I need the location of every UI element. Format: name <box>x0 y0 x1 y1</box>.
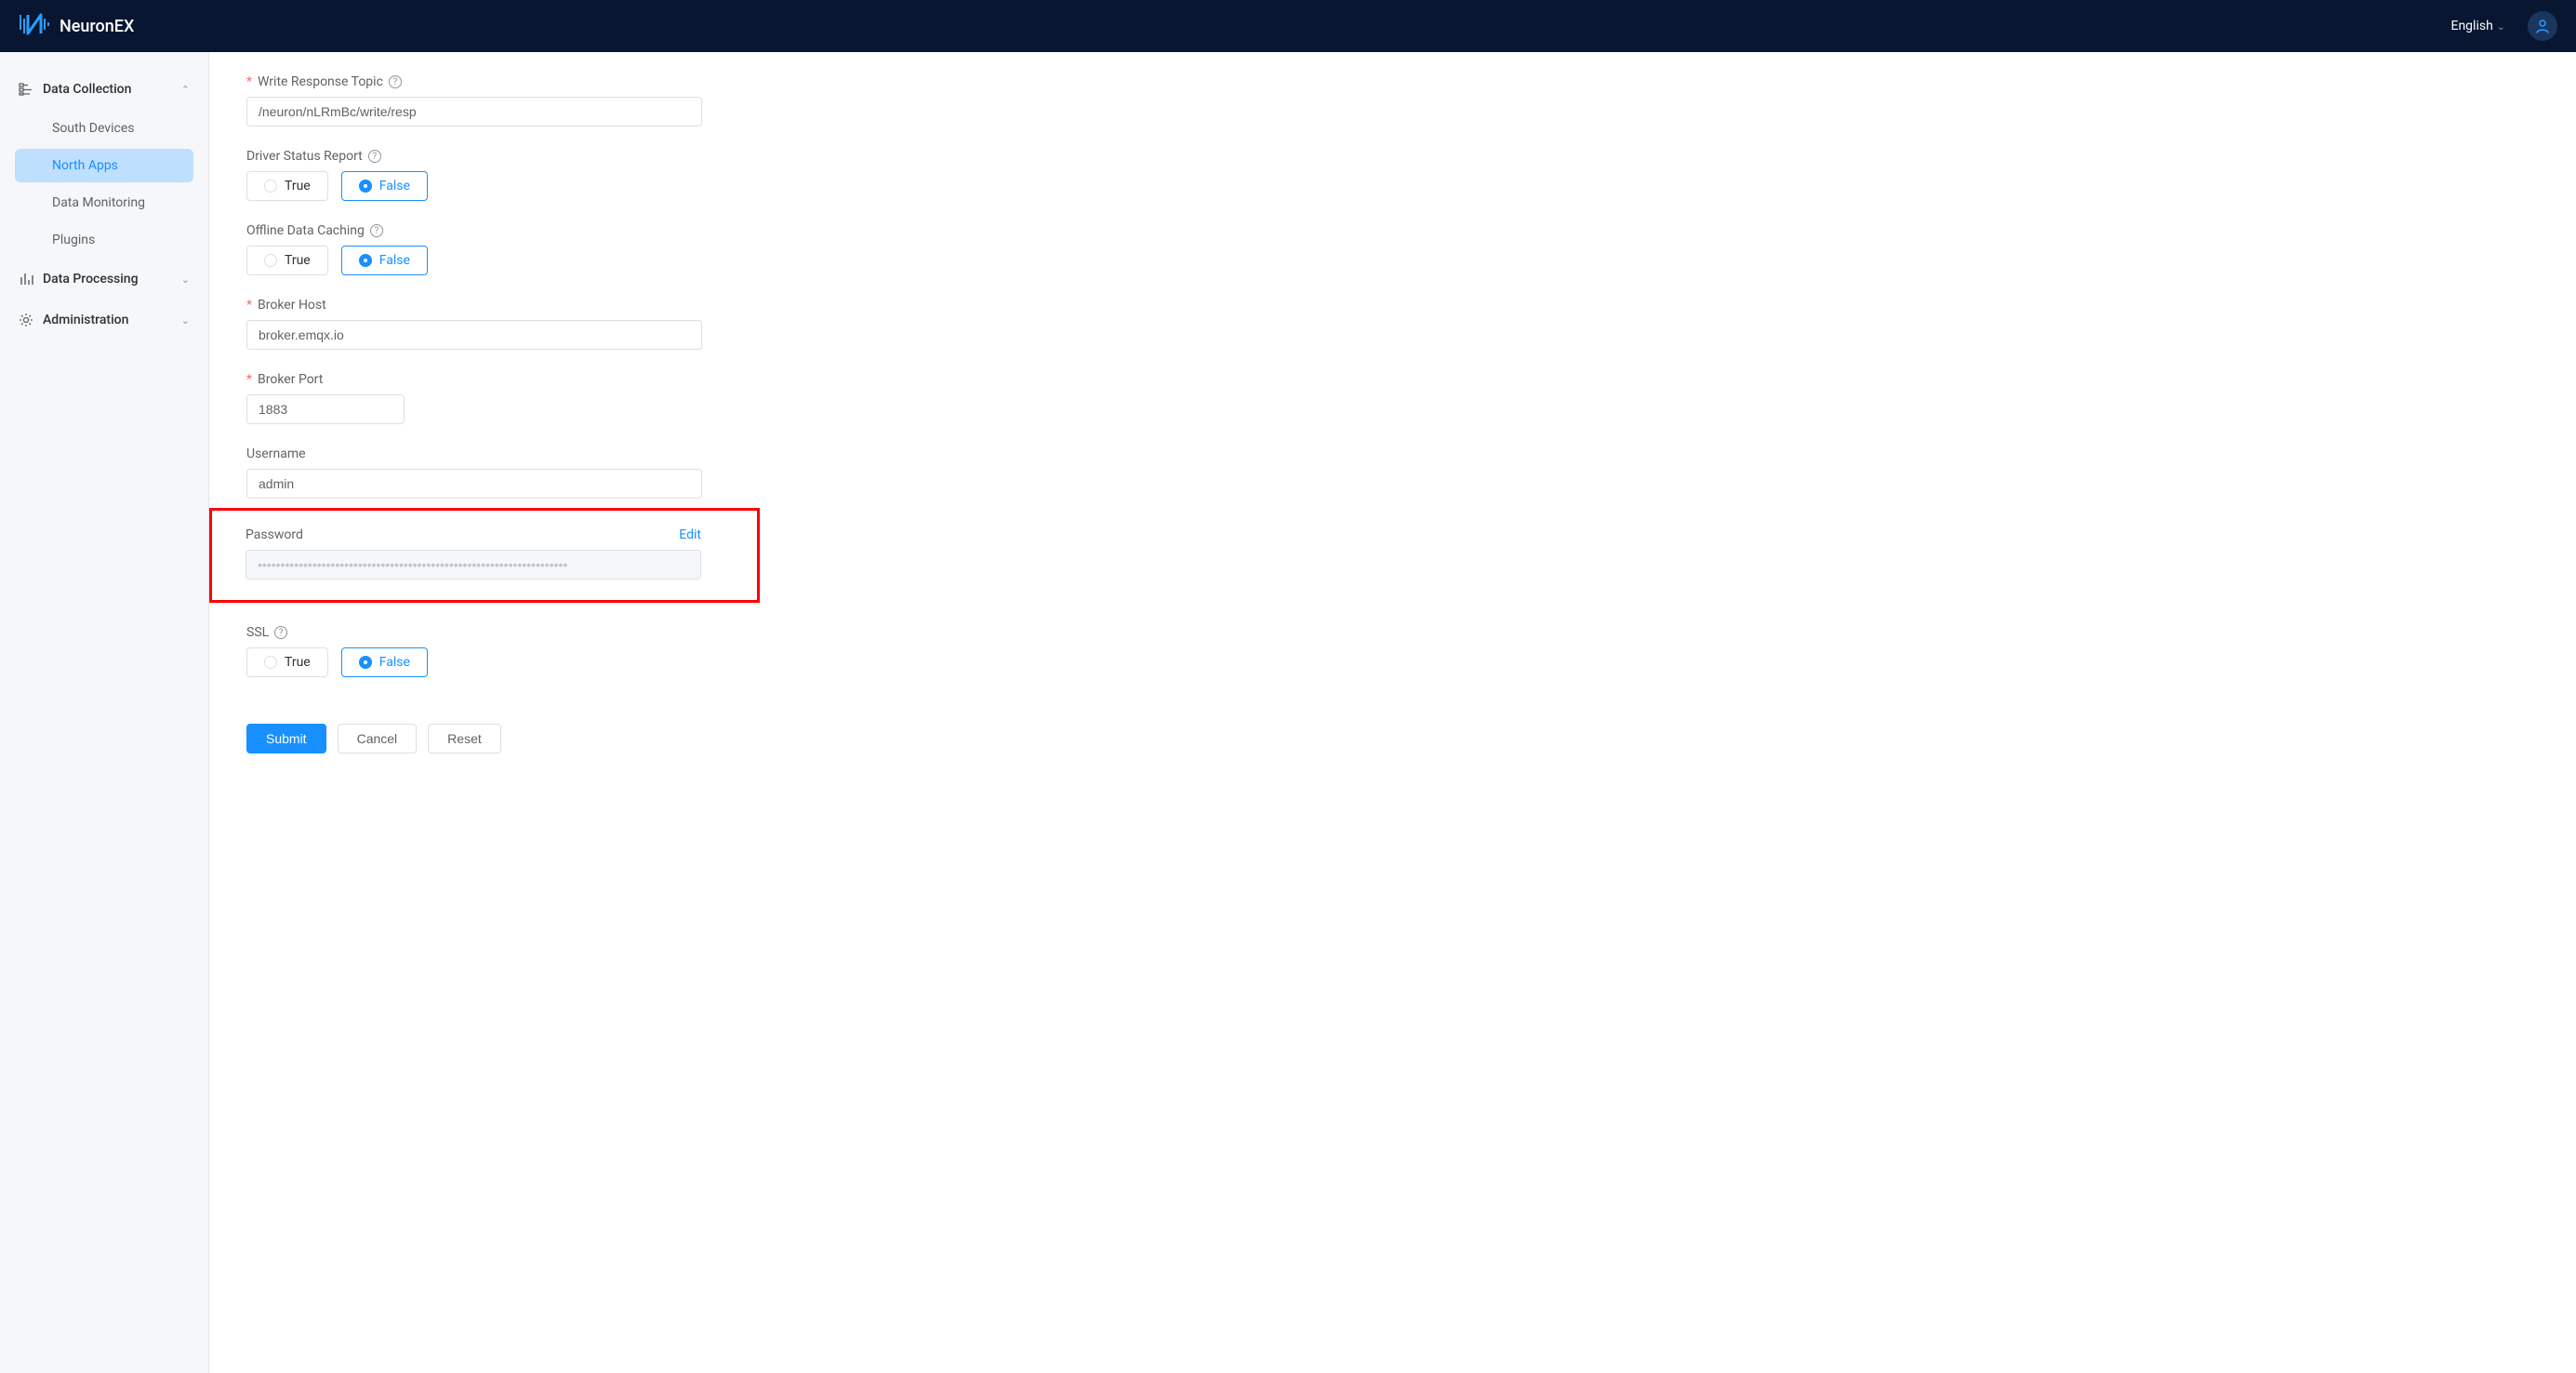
nav-group-label: Data Collection <box>43 82 131 97</box>
radio-dot-icon <box>359 254 372 267</box>
chevron-down-icon: ⌄ <box>2497 20 2505 33</box>
nav-group-label: Data Processing <box>43 272 139 287</box>
field-label: Username <box>246 447 306 461</box>
password-highlight-box: Password Edit <box>209 508 760 603</box>
field-write-response-topic: * Write Response Topic ? <box>246 74 1195 127</box>
reset-button[interactable]: Reset <box>428 724 501 753</box>
radio-label: False <box>379 179 410 193</box>
field-label: Write Response Topic <box>258 74 383 89</box>
sidebar-item-label: Data Monitoring <box>52 195 145 210</box>
help-icon[interactable]: ? <box>370 224 383 237</box>
radio-false[interactable]: False <box>341 246 428 275</box>
ssl-radio-group: True False <box>246 647 1195 677</box>
form-button-row: Submit Cancel Reset <box>246 724 1195 753</box>
nav-group-administration: Administration ⌄ <box>0 301 208 339</box>
layout: Data Collection ⌃ South Devices North Ap… <box>0 52 2576 1373</box>
radio-dot-icon <box>359 180 372 193</box>
chevron-down-icon: ⌄ <box>181 273 190 286</box>
help-icon[interactable]: ? <box>274 626 287 639</box>
header-left: NeuronEX <box>19 13 134 39</box>
radio-label: False <box>379 253 410 268</box>
radio-label: True <box>285 179 311 193</box>
radio-dot-icon <box>359 656 372 669</box>
radio-dot-icon <box>264 656 277 669</box>
nav-group-data-processing: Data Processing ⌄ <box>0 260 208 298</box>
field-offline-data-caching: Offline Data Caching ? True False <box>246 223 1195 275</box>
sidebar-item-north-apps[interactable]: North Apps <box>15 149 193 182</box>
nav-group-label: Administration <box>43 313 128 327</box>
sidebar-item-south-devices[interactable]: South Devices <box>15 112 193 145</box>
field-label: Password <box>246 527 303 542</box>
offline-caching-radio-group: True False <box>246 246 1195 275</box>
radio-true[interactable]: True <box>246 647 328 677</box>
sidebar: Data Collection ⌃ South Devices North Ap… <box>0 52 209 1373</box>
cancel-button[interactable]: Cancel <box>338 724 418 753</box>
field-broker-port: * Broker Port <box>246 372 1195 424</box>
nav-group-title-data-processing[interactable]: Data Processing ⌄ <box>0 260 208 298</box>
field-label: Broker Host <box>258 298 326 313</box>
radio-false[interactable]: False <box>341 647 428 677</box>
radio-label: False <box>379 655 410 670</box>
required-asterisk: * <box>246 372 252 387</box>
radio-dot-icon <box>264 254 277 267</box>
write-response-topic-input[interactable] <box>246 97 702 127</box>
sidebar-item-plugins[interactable]: Plugins <box>15 223 193 257</box>
sidebar-item-data-monitoring[interactable]: Data Monitoring <box>15 186 193 220</box>
field-password: Password Edit <box>246 527 735 580</box>
user-avatar[interactable] <box>2528 11 2557 41</box>
field-ssl: SSL ? True False <box>246 625 1195 677</box>
language-label: English <box>2450 19 2492 33</box>
logo-icon <box>19 13 50 39</box>
field-label: Broker Port <box>258 372 323 387</box>
sidebar-item-label: Plugins <box>52 233 95 247</box>
nav-group-title-administration[interactable]: Administration ⌄ <box>0 301 208 339</box>
chevron-down-icon: ⌄ <box>181 314 190 327</box>
help-icon[interactable]: ? <box>389 75 402 88</box>
language-selector[interactable]: English ⌄ <box>2450 19 2505 33</box>
submit-button[interactable]: Submit <box>246 724 326 753</box>
field-driver-status-report: Driver Status Report ? True False <box>246 149 1195 201</box>
required-asterisk: * <box>246 298 252 313</box>
brand-name: NeuronEX <box>60 17 134 36</box>
radio-label: True <box>285 655 311 670</box>
username-input[interactable] <box>246 469 702 499</box>
radio-true[interactable]: True <box>246 171 328 201</box>
gear-icon <box>19 313 33 327</box>
nav-group-title-data-collection[interactable]: Data Collection ⌃ <box>0 71 208 108</box>
driver-status-radio-group: True False <box>246 171 1195 201</box>
required-asterisk: * <box>246 74 252 89</box>
radio-dot-icon <box>264 180 277 193</box>
nav-group-data-collection: Data Collection ⌃ South Devices North Ap… <box>0 71 208 257</box>
header-right: English ⌄ <box>2450 11 2557 41</box>
data-processing-icon <box>19 272 33 287</box>
sidebar-item-label: North Apps <box>52 158 118 173</box>
broker-port-input[interactable] <box>246 394 405 424</box>
help-icon[interactable]: ? <box>368 150 381 163</box>
app-header: NeuronEX English ⌄ <box>0 0 2576 52</box>
password-input <box>246 550 701 580</box>
field-username: Username <box>246 447 1195 499</box>
sidebar-item-label: South Devices <box>52 121 134 136</box>
data-collection-icon <box>19 82 33 97</box>
field-broker-host: * Broker Host <box>246 298 1195 350</box>
field-label: SSL <box>246 625 269 640</box>
main-content: * Write Response Topic ? Driver Status R… <box>209 52 1232 1373</box>
field-label: Driver Status Report <box>246 149 363 164</box>
chevron-up-icon: ⌃ <box>181 84 190 96</box>
password-edit-link[interactable]: Edit <box>679 527 701 542</box>
radio-true[interactable]: True <box>246 246 328 275</box>
radio-label: True <box>285 253 311 268</box>
radio-false[interactable]: False <box>341 171 428 201</box>
field-label: Offline Data Caching <box>246 223 365 238</box>
broker-host-input[interactable] <box>246 320 702 350</box>
